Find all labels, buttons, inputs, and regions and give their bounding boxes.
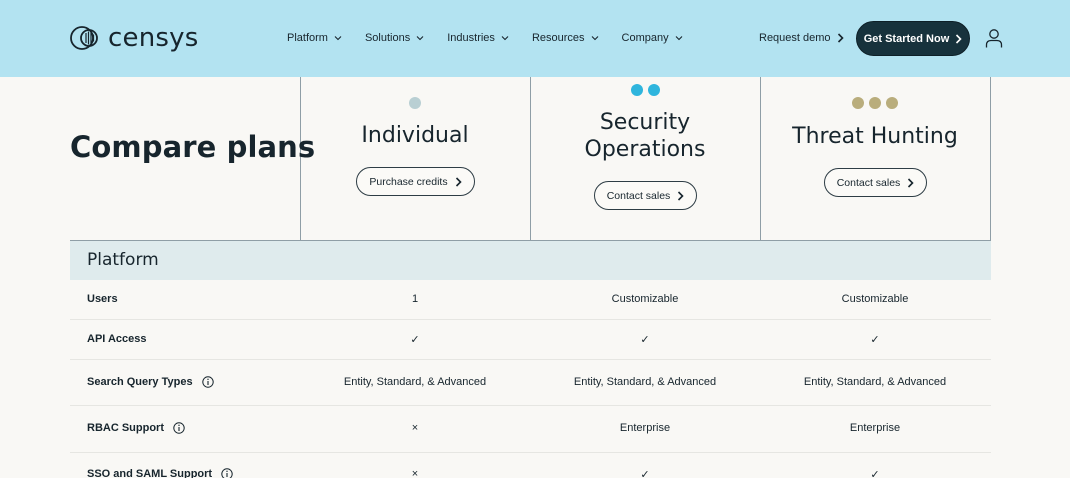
- chevron-down-icon: [334, 36, 342, 41]
- cell-individual: ×: [411, 422, 419, 434]
- plan-name-line1: Security: [599, 110, 691, 135]
- plan-tier-dots: [760, 97, 990, 109]
- cell-security-operations: ✓: [640, 469, 650, 478]
- button-label: Contact sales: [606, 189, 671, 202]
- plan-name: Individual: [361, 123, 469, 148]
- nav-label: Company: [621, 32, 669, 44]
- chevron-right-icon: [678, 190, 684, 201]
- cell-security-operations: Enterprise: [619, 422, 671, 434]
- contact-sales-button[interactable]: Contact sales: [594, 181, 697, 210]
- feature-label: Users: [87, 293, 118, 305]
- chevron-down-icon: [416, 36, 424, 41]
- feature-label: RBAC Support: [87, 422, 185, 434]
- tier-dot: [869, 97, 881, 109]
- info-icon[interactable]: [221, 468, 233, 478]
- cell-threat-hunting: ✓: [870, 469, 880, 478]
- info-icon[interactable]: [201, 376, 214, 388]
- chevron-down-icon: [591, 36, 598, 41]
- nav-solutions[interactable]: Solutions: [365, 30, 424, 46]
- site-header: censys Platform Solutions Industries Res…: [0, 0, 1070, 77]
- cell-security-operations: ✓: [640, 334, 650, 346]
- feature-label: SSO and SAML Support: [87, 468, 233, 478]
- feature-name: Users: [87, 293, 118, 305]
- tier-dot: [886, 97, 898, 109]
- chevron-down-icon: [501, 36, 509, 41]
- cell-individual: Entity, Standard, & Advanced: [343, 376, 487, 388]
- cell-individual: 1: [411, 293, 419, 305]
- chevron-right-icon: [956, 33, 962, 44]
- request-demo-link[interactable]: Request demo: [759, 30, 844, 46]
- button-label: Contact sales: [836, 176, 901, 189]
- nav-resources[interactable]: Resources: [532, 30, 599, 46]
- nav-label: Resources: [531, 32, 585, 44]
- censys-logo[interactable]: censys: [70, 24, 198, 52]
- feature-name: API Access: [87, 333, 147, 345]
- feature-name: RBAC Support: [87, 422, 164, 434]
- chevron-down-icon: [675, 36, 682, 41]
- plan-threat-hunting: Threat Hunting Contact sales: [760, 77, 990, 240]
- nav-company[interactable]: Company: [622, 30, 683, 46]
- tier-dot: [409, 97, 421, 109]
- plan-name-line2: Operations: [584, 137, 706, 162]
- tier-dot: [630, 84, 643, 96]
- contact-sales-button[interactable]: Contact sales: [824, 168, 927, 197]
- table-row: Search Query Types Entity, Standard, & A…: [70, 360, 991, 406]
- compare-plans-title: Compare plans: [70, 130, 316, 164]
- plan-tier-dots: [300, 97, 530, 109]
- tier-dot: [647, 84, 660, 96]
- cell-individual: ×: [411, 468, 419, 478]
- plan-divider: [990, 77, 991, 240]
- get-started-label: Get Started Now: [863, 32, 950, 45]
- chevron-right-icon: [908, 177, 914, 188]
- nav-industries[interactable]: Industries: [447, 30, 509, 46]
- main-nav: Platform Solutions Industries Resources …: [287, 30, 683, 46]
- table-row: Users 1 Customizable Customizable: [70, 280, 991, 320]
- button-label: Purchase credits: [369, 175, 448, 188]
- cell-threat-hunting: ✓: [870, 334, 880, 346]
- cell-security-operations: Entity, Standard, & Advanced: [573, 376, 717, 388]
- nav-label: Solutions: [364, 32, 411, 44]
- cell-security-operations: Customizable: [611, 293, 679, 305]
- tier-dot: [852, 97, 864, 109]
- table-row: SSO and SAML Support × ✓ ✓: [70, 453, 991, 478]
- feature-name: SSO and SAML Support: [87, 468, 213, 478]
- feature-label: Search Query Types: [87, 376, 214, 388]
- platform-section-header: Platform: [70, 240, 991, 280]
- plan-tier-dots: [530, 84, 760, 96]
- table-row: API Access ✓ ✓ ✓: [70, 320, 991, 360]
- plan-security-operations: Security Operations Contact sales: [530, 77, 760, 240]
- nav-label: Platform: [287, 32, 328, 44]
- purchase-credits-button[interactable]: Purchase credits: [356, 167, 475, 196]
- user-account-icon[interactable]: [985, 28, 1003, 48]
- plan-name: Threat Hunting: [792, 124, 958, 149]
- cell-threat-hunting: Enterprise: [849, 422, 901, 434]
- cell-threat-hunting: Entity, Standard, & Advanced: [803, 376, 947, 388]
- plan-individual: Individual Purchase credits: [300, 77, 530, 240]
- info-icon[interactable]: [173, 422, 185, 434]
- get-started-button[interactable]: Get Started Now: [856, 21, 970, 56]
- logo-wordmark: censys: [108, 23, 199, 53]
- cell-individual: ✓: [410, 334, 420, 346]
- feature-name: Search Query Types: [87, 376, 193, 388]
- nav-platform[interactable]: Platform: [287, 30, 342, 46]
- chevron-right-icon: [837, 33, 844, 43]
- cell-threat-hunting: Customizable: [841, 293, 909, 305]
- table-row: RBAC Support × Enterprise Enterprise: [70, 406, 991, 453]
- request-demo-label: Request demo: [759, 32, 831, 44]
- section-title: Platform: [87, 250, 159, 270]
- feature-label: API Access: [87, 333, 147, 345]
- chevron-right-icon: [455, 176, 462, 187]
- nav-label: Industries: [447, 32, 495, 44]
- censys-logo-icon: [70, 26, 98, 50]
